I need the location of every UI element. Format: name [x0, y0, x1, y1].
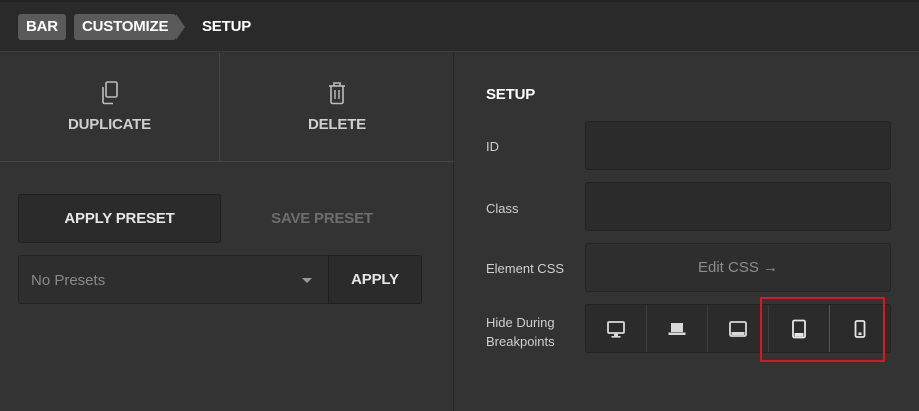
breakpoint-laptop-toggle[interactable] — [647, 305, 708, 352]
delete-label: DELETE — [308, 116, 366, 133]
class-label: Class — [486, 201, 519, 216]
class-field[interactable] — [585, 182, 891, 231]
hide-label-line1: Hide During — [486, 315, 555, 330]
hide-label-line2: Breakpoints — [486, 334, 555, 349]
preset-select-value: No Presets — [31, 272, 106, 289]
left-panel: DUPLICATE DELETE APPLY PRESET SAVE PRESE… — [0, 53, 454, 411]
breadcrumb-item-bar[interactable]: BAR — [18, 14, 66, 40]
breadcrumb: BAR CUSTOMIZE SETUP — [0, 0, 919, 52]
setup-panel: SETUP ID Class Element CSS Edit CSS → Hi… — [455, 53, 919, 411]
apply-preset-button[interactable]: APPLY PRESET — [18, 194, 221, 243]
duplicate-button[interactable]: DUPLICATE — [0, 53, 220, 161]
copy-icon — [101, 81, 118, 105]
id-field[interactable] — [585, 121, 891, 170]
apply-button[interactable]: APPLY — [328, 255, 422, 304]
duplicate-label: DUPLICATE — [68, 116, 151, 133]
breakpoint-desktop-toggle[interactable] — [586, 305, 647, 352]
tablet-landscape-icon — [729, 320, 747, 337]
chevron-down-icon — [302, 278, 312, 283]
preset-select[interactable]: No Presets — [18, 255, 329, 304]
highlight-box — [760, 297, 885, 362]
element-css-label: Element CSS — [486, 261, 565, 276]
hide-breakpoints-label: Hide During Breakpoints — [486, 313, 555, 351]
divider — [0, 161, 454, 162]
id-label: ID — [486, 139, 499, 154]
breadcrumb-item-customize[interactable]: CUSTOMIZE — [74, 14, 177, 40]
edit-css-button[interactable]: Edit CSS → — [585, 243, 891, 292]
laptop-icon — [668, 322, 686, 335]
breadcrumb-item-setup: SETUP — [202, 18, 252, 35]
breadcrumb-arrow — [176, 14, 185, 40]
save-preset-button[interactable]: SAVE PRESET — [222, 194, 422, 243]
delete-button[interactable]: DELETE — [220, 53, 454, 161]
trash-icon — [329, 82, 345, 105]
section-title: SETUP — [486, 86, 536, 103]
desktop-icon — [607, 320, 625, 338]
